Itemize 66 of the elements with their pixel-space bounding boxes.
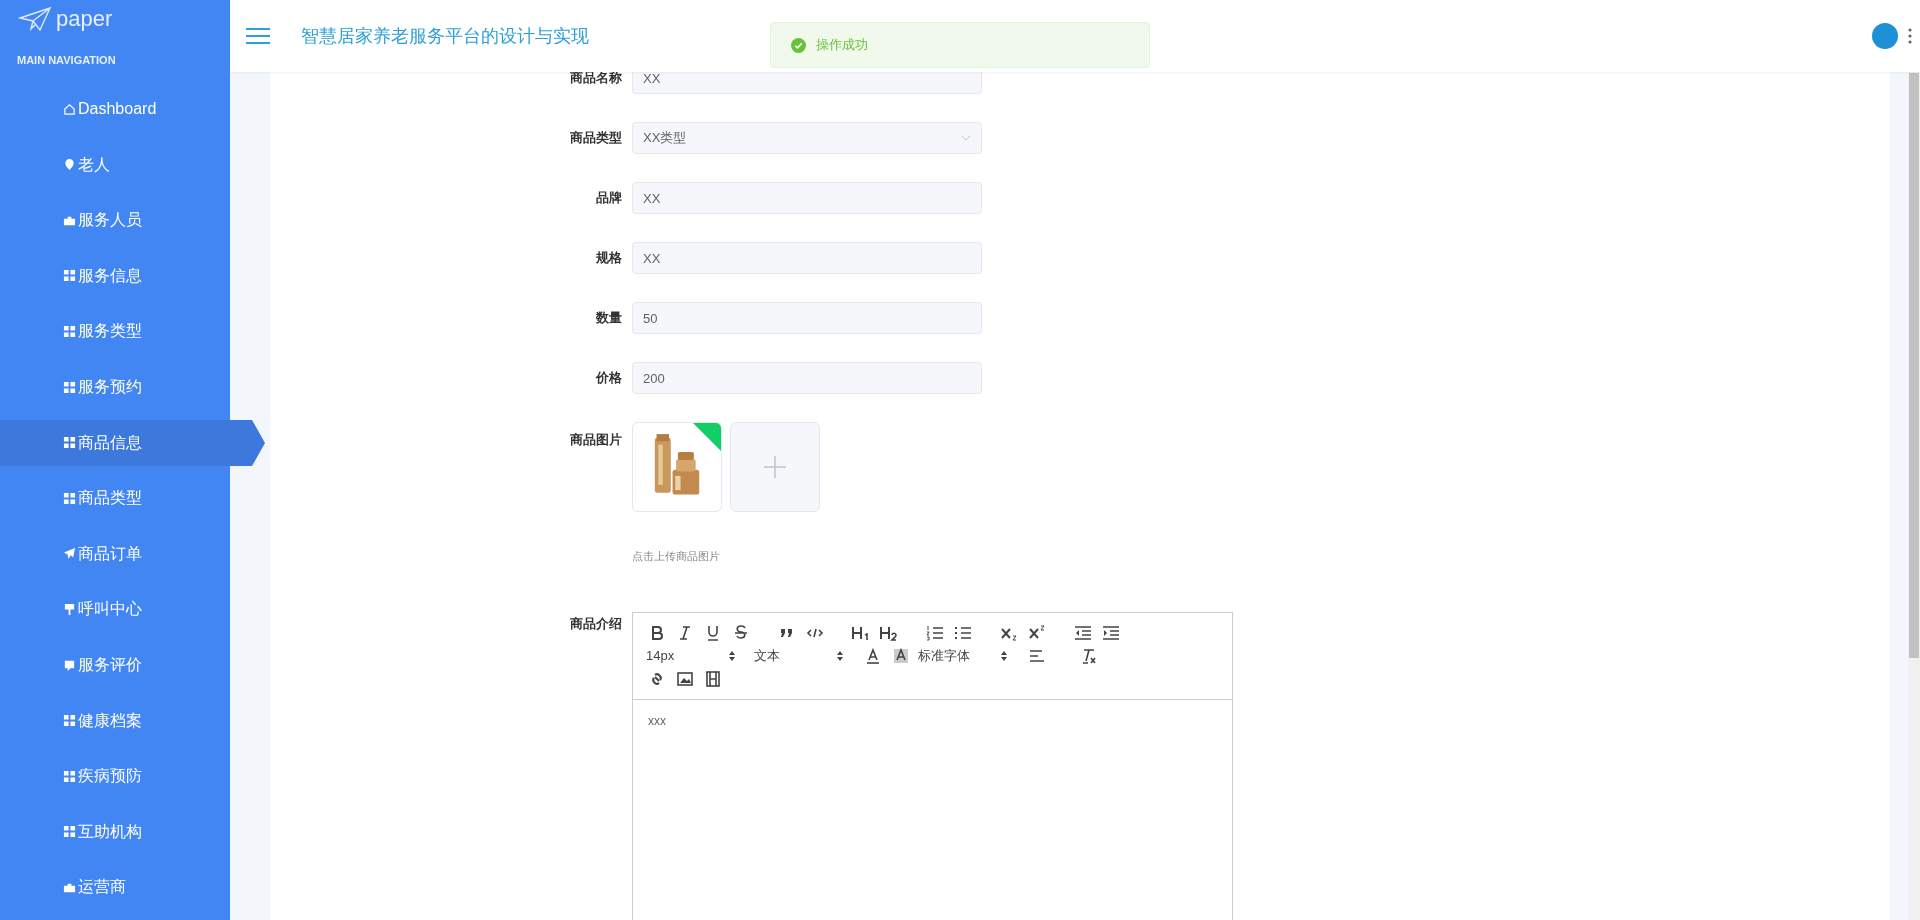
grid-icon — [63, 491, 76, 505]
list-icon[interactable] — [924, 623, 946, 642]
outdent-icon[interactable] — [1072, 623, 1094, 642]
input-field[interactable]: XX — [632, 242, 982, 274]
field-label: 商品类型 — [569, 129, 623, 148]
sort-icon — [728, 649, 736, 662]
scrollbar[interactable] — [1908, 72, 1920, 920]
section-title: MAIN NAVIGATION — [16, 52, 117, 68]
nav-item[interactable]: 老人 — [0, 141, 230, 188]
signpost-icon — [63, 602, 76, 616]
home-icon — [63, 102, 76, 116]
chat-icon — [63, 658, 76, 672]
nav-item[interactable]: 互助机构 — [0, 808, 230, 855]
image-icon[interactable] — [674, 669, 696, 688]
nav-item[interactable]: 运营商 — [0, 864, 230, 911]
nav-item[interactable]: 服务评价 — [0, 642, 230, 689]
more-icon[interactable] — [1908, 28, 1912, 44]
field-label: 规格 — [595, 249, 623, 268]
nav-item[interactable]: Dashboard — [0, 86, 230, 133]
input-field[interactable]: 50 — [632, 302, 982, 334]
grid-icon — [63, 380, 76, 394]
field-label: 数量 — [595, 309, 623, 328]
nav-item[interactable]: 疾病预防 — [0, 753, 230, 800]
pin-icon — [63, 158, 76, 172]
logo-text: paper — [56, 5, 113, 32]
upload-hint: 点击上传商品图片 — [632, 549, 721, 564]
field-label: 商品介绍 — [569, 614, 623, 633]
field-label: 品牌 — [595, 189, 623, 208]
toast-message: 操作成功 — [816, 36, 868, 55]
editor-select[interactable]: 文本 — [754, 645, 844, 666]
editor-select[interactable]: 标准字体 — [918, 645, 1008, 666]
menu-icon[interactable] — [245, 26, 271, 46]
nav-item[interactable]: 服务预约 — [0, 364, 230, 411]
nav-item[interactable]: 商品订单 — [0, 530, 230, 577]
field-label: 价格 — [594, 369, 623, 388]
grid-icon — [63, 324, 76, 338]
input-field[interactable]: 200 — [632, 362, 982, 394]
nav-item[interactable]: 呼叫中心 — [0, 586, 230, 633]
sort-icon — [1000, 649, 1008, 662]
editor-select[interactable]: 14px — [646, 645, 736, 666]
chevron-down-icon — [961, 135, 971, 141]
input-field[interactable]: XX — [632, 72, 982, 94]
grid-icon — [63, 825, 76, 839]
grid-icon — [63, 769, 76, 783]
nav-item[interactable]: 商品类型 — [0, 475, 230, 522]
avatar[interactable] — [1872, 23, 1898, 49]
grid-icon — [63, 714, 76, 728]
field-label: 商品图片 — [569, 431, 623, 449]
nav-item[interactable]: 服务信息 — [0, 252, 230, 299]
success-corner — [693, 423, 721, 451]
check-circle-icon — [791, 37, 806, 53]
nav-item[interactable]: 健康档案 — [0, 697, 230, 744]
nav-item[interactable]: 服务类型 — [0, 308, 230, 355]
indent-icon[interactable] — [1100, 623, 1122, 642]
paper-plane-icon — [18, 5, 52, 32]
nav-item[interactable]: 服务人员 — [0, 197, 230, 244]
paper-plane-icon — [63, 547, 76, 561]
select-field[interactable]: XX类型 — [632, 122, 982, 154]
grid-icon — [63, 436, 76, 450]
selection-arrow — [230, 419, 265, 466]
grid-icon — [63, 269, 76, 283]
sort-icon — [836, 649, 844, 662]
editor-content[interactable]: xxx — [633, 699, 1232, 920]
input-field[interactable]: XX — [632, 182, 982, 214]
plus-icon — [763, 455, 787, 479]
page-title: 智慧居家养老服务平台的设计与实现 — [301, 24, 589, 48]
